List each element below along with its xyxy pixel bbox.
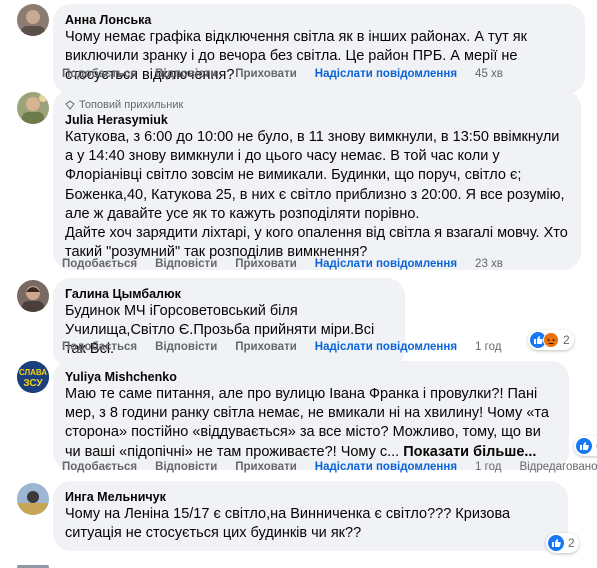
send-message-button[interactable]: Надіслати повідомлення — [315, 258, 457, 270]
comment-text: Чому на Леніна 15/17 є світло,на Винниче… — [65, 506, 515, 542]
avatar[interactable] — [17, 483, 49, 515]
comment-time[interactable]: 23 хв — [475, 258, 503, 270]
avatar-text-top: СЛАВА — [19, 368, 47, 377]
like-button[interactable]: Подобається — [62, 258, 137, 270]
top-fan-badge[interactable]: Топовий прихильник — [65, 98, 569, 112]
avatar[interactable] — [17, 4, 49, 36]
comment-bubble: Инга Мельничук Чому на Леніна 15/17 є св… — [53, 481, 568, 552]
like-button[interactable]: Подобається — [62, 461, 137, 473]
badge-label: Топовий прихильник — [79, 99, 184, 111]
comment-time[interactable]: 1 год — [475, 341, 501, 353]
comment-text: Катукова, з 6:00 до 10:00 не було, в 11 … — [65, 129, 568, 261]
reaction-count: 2 — [568, 536, 575, 550]
comment-bubble: Топовий прихильник Julia Herasymiuk Кату… — [53, 90, 581, 271]
comment-actions: Подобається Відповісти Приховати Надісла… — [62, 459, 597, 475]
send-message-button[interactable]: Надіслати повідомлення — [315, 341, 457, 353]
avatar[interactable]: СЛАВА ЗСУ — [17, 361, 49, 393]
avatar[interactable] — [17, 92, 49, 124]
reaction-summary[interactable]: 2 — [528, 330, 574, 350]
comment-author[interactable]: Анна Лонська — [65, 12, 573, 28]
avatar[interactable] — [17, 280, 49, 312]
like-icon — [576, 438, 592, 454]
reaction-count: 2 — [563, 333, 570, 347]
reply-button[interactable]: Відповісти — [155, 341, 217, 353]
like-icon — [548, 535, 564, 551]
comment-time[interactable]: 45 хв — [475, 68, 503, 80]
reaction-summary[interactable]: 2 — [546, 533, 579, 553]
avatar[interactable] — [17, 560, 49, 568]
edited-label[interactable]: Відредаговано — [519, 461, 597, 473]
comment-text: Маю те саме питання, але про вулицю Іван… — [65, 385, 557, 462]
hide-button[interactable]: Приховати — [235, 341, 297, 353]
reaction-summary[interactable]: 6 — [574, 436, 597, 456]
comment-author[interactable]: Julia Herasymiuk — [65, 112, 569, 128]
comment-author[interactable]: Галина Цымбалюк — [65, 286, 393, 302]
reply-button[interactable]: Відповісти — [155, 68, 217, 80]
send-message-button[interactable]: Надіслати повідомлення — [315, 461, 457, 473]
hide-button[interactable]: Приховати — [235, 68, 297, 80]
comment-actions: Подобається Відповісти Приховати Надісла… — [62, 256, 521, 272]
comment-time[interactable]: 1 год — [475, 461, 501, 473]
hide-button[interactable]: Приховати — [235, 258, 297, 270]
comment-author[interactable]: Yuliya Mishchenko — [65, 369, 557, 385]
comment-bubble: Yuliya Mishchenko Маю те саме питання, а… — [53, 361, 569, 470]
diamond-icon — [65, 100, 75, 110]
like-button[interactable]: Подобається — [62, 68, 137, 80]
hide-button[interactable]: Приховати — [235, 461, 297, 473]
reply-button[interactable]: Відповісти — [155, 461, 217, 473]
comment-actions: Подобається Відповісти Приховати Надісла… — [62, 339, 519, 355]
send-message-button[interactable]: Надіслати повідомлення — [315, 68, 457, 80]
like-button[interactable]: Подобається — [62, 341, 137, 353]
avatar-text-bottom: ЗСУ — [23, 378, 43, 389]
see-more-link[interactable]: Показати більше... — [403, 444, 536, 460]
comment-actions: Подобається Відповісти Приховати Надісла… — [62, 66, 521, 82]
reply-button[interactable]: Відповісти — [155, 258, 217, 270]
angry-icon — [543, 332, 559, 348]
comment-author[interactable]: Инга Мельничук — [65, 489, 556, 505]
